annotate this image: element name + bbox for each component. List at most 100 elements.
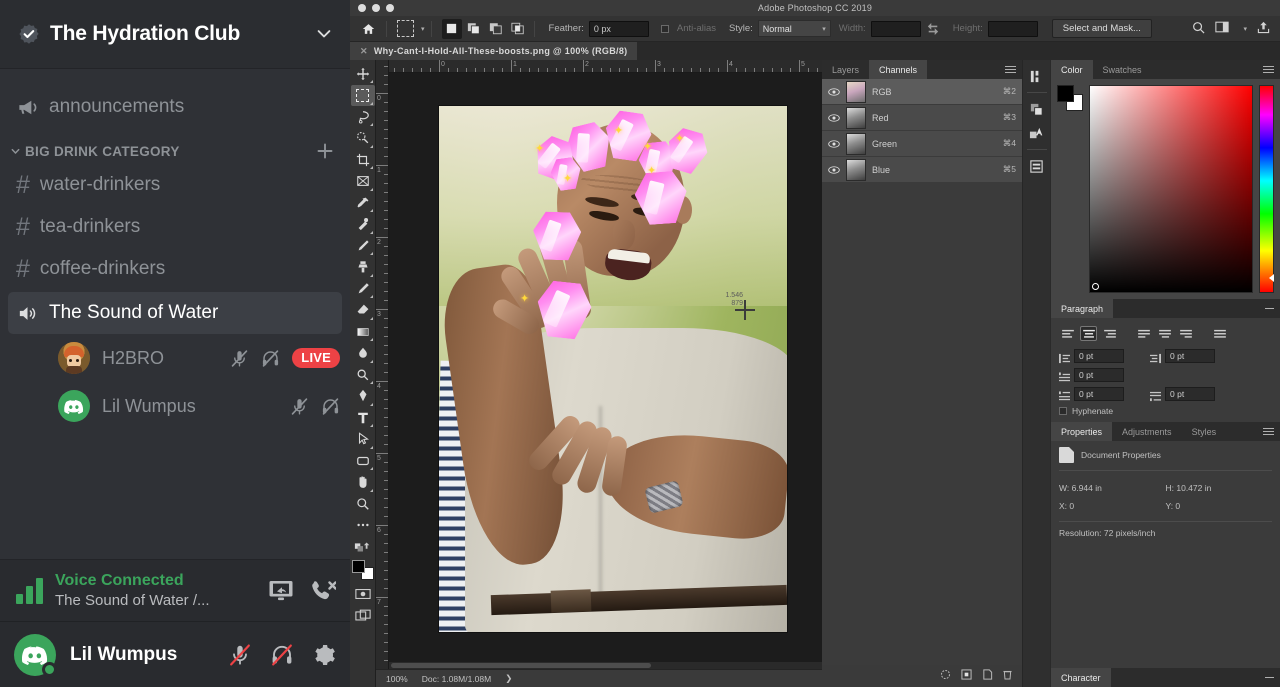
crop-tool[interactable] [351,149,375,171]
plus-icon[interactable] [316,142,334,160]
channel-rows[interactable]: RGB ⌘2 Red ⌘3 [822,79,1022,183]
tab-color[interactable]: Color [1051,60,1093,79]
home-icon[interactable] [356,19,380,39]
character-styles-icon[interactable] [1025,121,1049,145]
properties-panel-tabs[interactable]: Properties Adjustments Styles [1051,422,1280,441]
delete-channel-icon[interactable] [1003,667,1012,685]
load-channel-as-selection-icon[interactable] [940,667,951,685]
edit-toolbar-tool[interactable] [351,515,375,537]
pen-tool[interactable] [351,386,375,408]
canvas-area[interactable]: 101234567 1012345678910 [376,60,822,687]
tool-preset-picker[interactable] [393,19,417,39]
eye-icon[interactable] [828,112,840,124]
feather-input[interactable]: 0 px [589,21,649,37]
panel-menu-icon[interactable] [1263,422,1280,441]
document-tab[interactable]: ✕ Why-Cant-I-Hold-All-These-boosts.png @… [350,42,637,60]
align-center-icon[interactable] [1080,326,1097,341]
justify-last-center-icon[interactable] [1156,326,1173,341]
justify-last-left-icon[interactable] [1135,326,1152,341]
justify-last-right-icon[interactable] [1177,326,1194,341]
sidebar-item-the-sound-of-water[interactable]: The Sound of Water [8,292,342,334]
space-before-input[interactable]: 0 pt [1074,387,1124,401]
hyphenate-checkbox[interactable] [1059,407,1067,415]
gear-icon[interactable] [312,643,336,667]
mic-slash-icon[interactable] [228,643,252,667]
indent-right-input[interactable]: 0 pt [1165,349,1215,363]
align-right-icon[interactable] [1101,326,1118,341]
tab-layers[interactable]: Layers [822,60,869,79]
channel-scroller[interactable]: announcements BIG DRINK CATEGORY # water… [0,68,350,559]
width-input[interactable] [871,21,921,37]
anti-alias-checkbox[interactable] [661,25,669,33]
select-and-mask-button[interactable]: Select and Mask... [1052,19,1152,38]
share-upload-icon[interactable] [1257,21,1270,37]
panel-icon-rail[interactable] [1022,60,1050,687]
brush-tool[interactable] [351,235,375,257]
chevron-right-icon[interactable]: ❯ [505,673,512,684]
type-tool[interactable] [351,407,375,429]
tab-adjustments[interactable]: Adjustments [1112,422,1182,441]
sidebar-item-water-drinkers[interactable]: # water-drinkers [8,164,342,206]
panel-menu-icon[interactable] [1263,60,1280,79]
create-new-channel-icon[interactable] [982,667,993,685]
foreground-color-swatch[interactable] [352,560,365,573]
phone-hangup-icon[interactable] [310,579,336,603]
intersect-selection-icon[interactable] [508,19,528,39]
tab-character[interactable]: Character [1051,668,1111,687]
rectangle-tool[interactable] [351,450,375,472]
document-canvas[interactable]: ✦ ✦ ✦ ✦ ✦ ✦ ✦ 1.546 879 [439,106,787,632]
zoom-tool[interactable] [351,493,375,515]
horizontal-scrollbar[interactable] [389,662,822,669]
path-selection-tool[interactable] [351,429,375,451]
table-row[interactable]: Red ⌘3 [822,105,1022,131]
sidebar-item-coffee-drinkers[interactable]: # coffee-drinkers [8,248,342,290]
saturation-value-field[interactable] [1089,85,1253,293]
avatar[interactable] [14,634,56,676]
spot-healing-brush-tool[interactable] [351,214,375,236]
user-bar[interactable]: Lil Wumpus [0,621,350,687]
workspace-icon[interactable] [1215,21,1229,36]
sidebar-item-tea-drinkers[interactable]: # tea-drinkers [8,206,342,248]
space-after-input[interactable]: 0 pt [1165,387,1215,401]
selection-mode-group[interactable] [442,19,528,39]
dodge-tool[interactable] [351,364,375,386]
category-header[interactable]: BIG DRINK CATEGORY [10,142,334,160]
table-row[interactable]: Blue ⌘5 [822,157,1022,183]
canvas-viewport[interactable]: ✦ ✦ ✦ ✦ ✦ ✦ ✦ 1.546 879 [389,73,822,669]
indent-left-cell[interactable]: 0 pt [1059,349,1124,363]
space-before-cell[interactable]: 0 pt [1059,387,1124,401]
chevron-down-icon[interactable]: ▾ [1243,25,1247,33]
zoom-level[interactable]: 100% [386,674,408,684]
rectangular-marquee-tool[interactable] [351,85,375,107]
foreground-color-swatch[interactable] [1057,85,1074,102]
height-input[interactable] [988,21,1038,37]
tab-channels[interactable]: Channels [869,60,927,79]
indent-right-cell[interactable]: 0 pt [1150,349,1215,363]
minimize-icon[interactable] [1265,668,1280,687]
search-icon[interactable] [1192,21,1205,37]
avatar[interactable] [58,342,90,374]
quick-mask-icon[interactable] [351,584,375,606]
move-tool[interactable] [351,63,375,85]
eraser-tool[interactable] [351,300,375,322]
voice-status-panel[interactable]: Voice Connected The Sound of Water /... [0,559,350,621]
clone-stamp-tool[interactable] [351,257,375,279]
panel-menu-icon[interactable] [1005,60,1022,79]
paragraph-alignment-group[interactable] [1059,326,1272,341]
gradient-tool[interactable] [351,321,375,343]
eye-icon[interactable] [828,138,840,150]
eyedropper-tool[interactable] [351,192,375,214]
color-panel-tabs[interactable]: Color Swatches [1051,60,1280,79]
tab-swatches[interactable]: Swatches [1093,60,1152,79]
frame-tool[interactable] [351,171,375,193]
headphone-slash-icon[interactable] [270,643,294,667]
chevron-down-icon[interactable] [10,146,21,157]
indent-first-line-input[interactable]: 0 pt [1074,368,1124,382]
channels-panel-footer[interactable] [822,665,1022,687]
justify-all-icon[interactable] [1211,326,1228,341]
screen-share-icon[interactable] [268,579,294,603]
hue-slider-handle[interactable] [1269,274,1274,282]
sidebar-item-announcements[interactable]: announcements [8,86,342,128]
quick-selection-tool[interactable] [351,128,375,150]
hyphenate-row[interactable]: Hyphenate [1059,406,1272,416]
